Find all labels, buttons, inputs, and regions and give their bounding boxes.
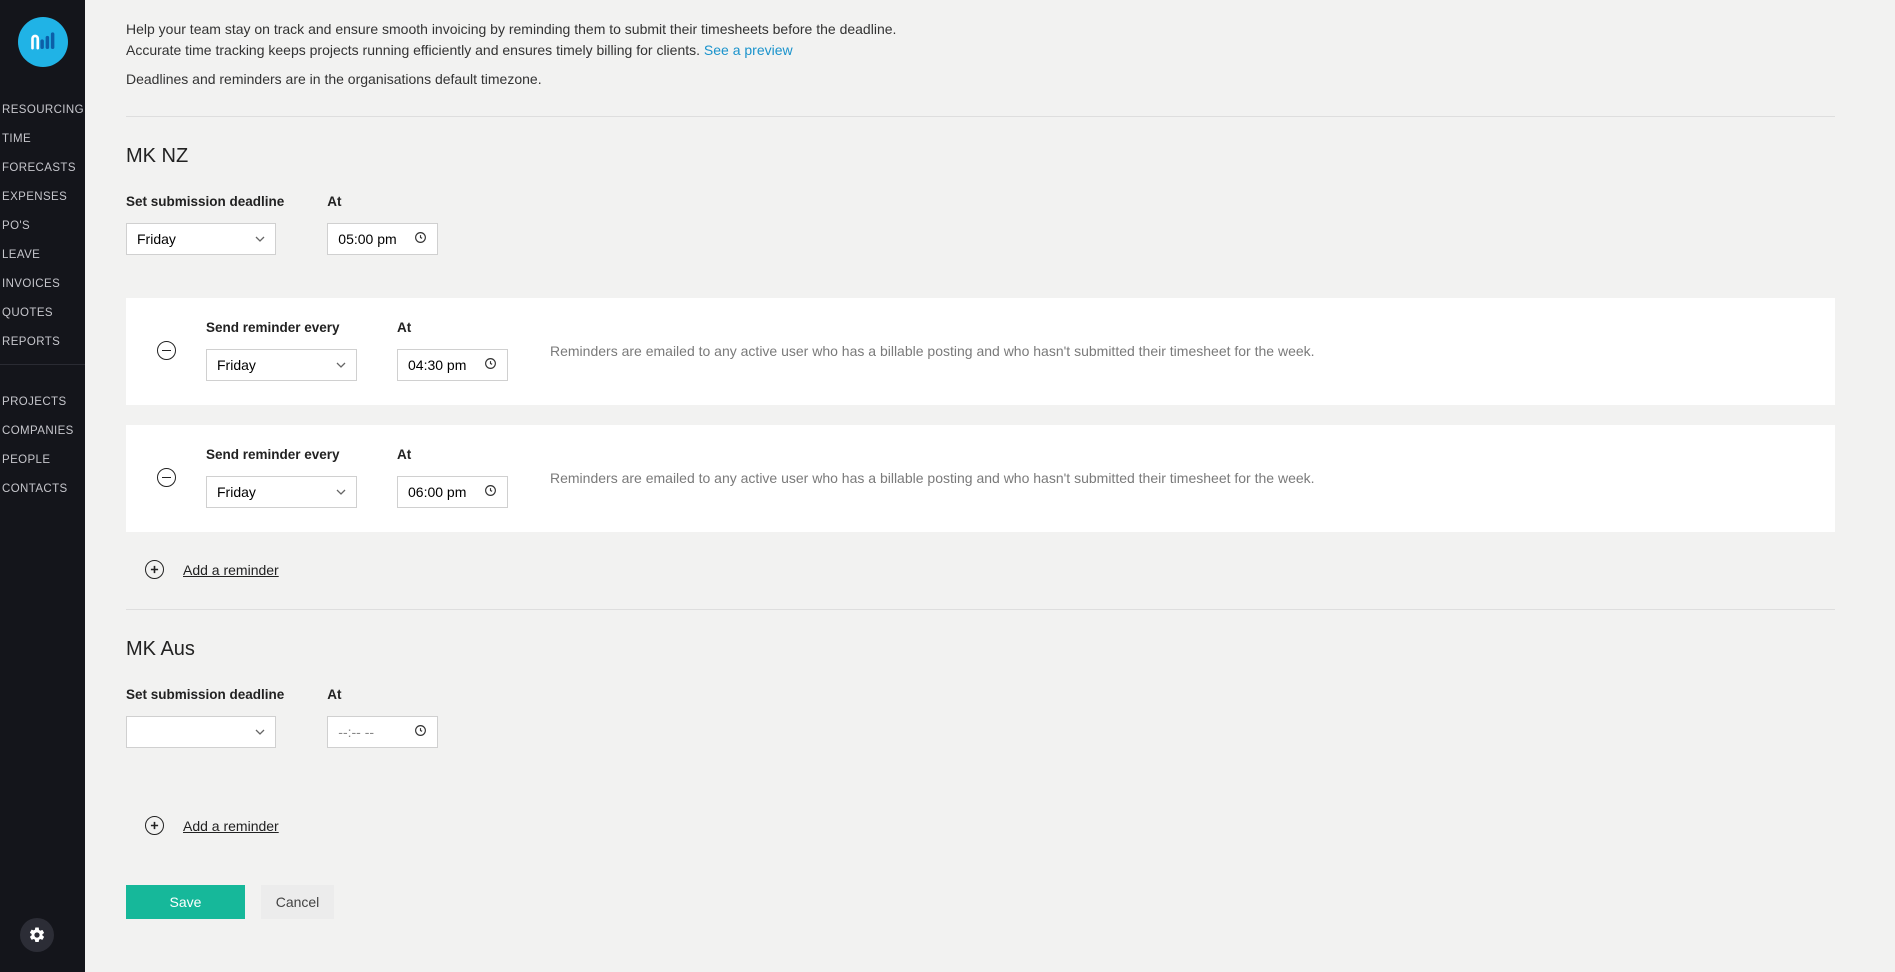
deadline-time-field: At --:-- -- [327,687,438,748]
deadline-row-mknz: Set submission deadline Friday At 05:00 … [126,194,1835,255]
remove-reminder-button[interactable] [126,468,206,487]
deadline-label: Set submission deadline [126,194,284,209]
nav-group-1: RESOURCING TIME FORECASTS EXPENSES PO'S … [0,95,85,356]
remove-reminder-button[interactable] [126,341,206,360]
add-reminder-text: Add a reminder [183,818,279,834]
nav-resourcing[interactable]: RESOURCING [0,95,85,124]
nav-companies[interactable]: COMPANIES [0,416,85,445]
sidebar: RESOURCING TIME FORECASTS EXPENSES PO'S … [0,0,85,972]
at-label: At [327,687,438,702]
intro-line1: Help your team stay on track and ensure … [126,19,1835,40]
section-title-mkaus: MK Aus [126,610,1835,687]
reminder-time-value: 04:30 pm [408,357,466,373]
reminder-day-select[interactable]: Friday [206,349,357,381]
at-label: At [397,320,508,335]
deadline-day-select[interactable]: Friday [126,223,276,255]
add-reminder-text: Add a reminder [183,562,279,578]
reminder-note: Reminders are emailed to any active user… [550,343,1315,359]
send-every-label: Send reminder every [206,447,357,462]
button-row: Save Cancel [126,885,1835,919]
reminder-time-input[interactable]: 06:00 pm [397,476,508,508]
chevron-down-icon [336,484,346,500]
chevron-down-icon [255,724,265,740]
deadline-day-value: Friday [137,231,176,247]
reminder-note: Reminders are emailed to any active user… [550,470,1315,486]
deadline-row-mkaus: Set submission deadline At --:-- -- [126,687,1835,748]
nav-reports[interactable]: REPORTS [0,327,85,356]
clock-icon [484,357,497,373]
deadline-day-field: Set submission deadline [126,687,284,748]
brand-logo[interactable] [18,17,68,67]
clock-icon [414,231,427,247]
reminder-fields: Send reminder every Friday At 04:30 pm [206,320,508,381]
logo-wrap [0,0,85,95]
reminder-day-field: Send reminder every Friday [206,447,357,508]
reminder-time-field: At 06:00 pm [397,447,508,508]
nav-time[interactable]: TIME [0,124,85,153]
add-reminder-row[interactable]: Add a reminder [126,560,1835,579]
plus-circle-icon [145,816,164,835]
nav-forecasts[interactable]: FORECASTS [0,153,85,182]
brand-mark-icon [29,28,57,56]
deadline-time-input[interactable]: 05:00 pm [327,223,438,255]
gear-icon [28,926,46,944]
reminder-time-input[interactable]: 04:30 pm [397,349,508,381]
nav-quotes[interactable]: QUOTES [0,298,85,327]
send-every-label: Send reminder every [206,320,357,335]
deadline-time-value: --:-- -- [338,724,374,740]
deadline-time-field: At 05:00 pm [327,194,438,255]
reminder-day-field: Send reminder every Friday [206,320,357,381]
timezone-note: Deadlines and reminders are in the organ… [126,69,1835,90]
clock-icon [484,484,497,500]
intro-line2a: Accurate time tracking keeps projects ru… [126,42,704,58]
section-title-mknz: MK NZ [126,117,1835,194]
nav-invoices[interactable]: INVOICES [0,269,85,298]
see-preview-link[interactable]: See a preview [704,42,793,58]
nav-projects[interactable]: PROJECTS [0,387,85,416]
chevron-down-icon [255,231,265,247]
minus-circle-icon [157,341,176,360]
nav-group-2: PROJECTS COMPANIES PEOPLE CONTACTS [0,387,85,503]
deadline-day-select[interactable] [126,716,276,748]
nav-people[interactable]: PEOPLE [0,445,85,474]
content: Help your team stay on track and ensure … [85,0,1895,972]
at-label: At [397,447,508,462]
nav-divider [0,364,85,387]
reminder-time-field: At 04:30 pm [397,320,508,381]
nav-leave[interactable]: LEAVE [0,240,85,269]
deadline-label: Set submission deadline [126,687,284,702]
intro-text: Help your team stay on track and ensure … [126,0,1835,90]
save-button[interactable]: Save [126,885,245,919]
deadline-time-input[interactable]: --:-- -- [327,716,438,748]
reminder-day-select[interactable]: Friday [206,476,357,508]
settings-button[interactable] [20,918,54,952]
cancel-button[interactable]: Cancel [261,885,334,919]
add-reminder-row[interactable]: Add a reminder [126,816,1835,835]
main-scroll[interactable]: Help your team stay on track and ensure … [85,0,1895,972]
nav-contacts[interactable]: CONTACTS [0,474,85,503]
minus-circle-icon [157,468,176,487]
deadline-day-field: Set submission deadline Friday [126,194,284,255]
plus-circle-icon [145,560,164,579]
at-label: At [327,194,438,209]
nav-pos[interactable]: PO'S [0,211,85,240]
chevron-down-icon [336,357,346,373]
intro-line2: Accurate time tracking keeps projects ru… [126,40,1835,61]
reminder-day-value: Friday [217,357,256,373]
reminder-fields: Send reminder every Friday At 06:00 pm [206,447,508,508]
reminder-day-value: Friday [217,484,256,500]
reminder-card: Send reminder every Friday At 04:30 pm [126,298,1835,405]
deadline-time-value: 05:00 pm [338,231,396,247]
reminder-card: Send reminder every Friday At 06:00 pm [126,425,1835,532]
reminder-time-value: 06:00 pm [408,484,466,500]
nav-expenses[interactable]: EXPENSES [0,182,85,211]
clock-icon [414,724,427,740]
